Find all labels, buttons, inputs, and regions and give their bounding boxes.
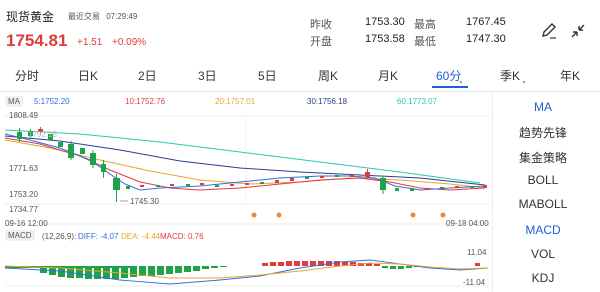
- tab-monthly-k[interactable]: 月K: [378, 67, 398, 84]
- latest-trade-label: 最近交易: [68, 12, 100, 21]
- indicator-side-panel: MA 趋势先锋 集金策略 BOLL MABOLL MACD VOL KDJ: [492, 92, 600, 292]
- ma30-value: 30:1756.18: [307, 97, 348, 106]
- ma20-value: 20:1757.01: [215, 97, 256, 106]
- price-change-percent: +0.09%: [112, 37, 147, 48]
- time-axis-start: 09-16 12:00: [5, 219, 48, 228]
- price-axis-bottom: 1734.77: [9, 205, 38, 214]
- macd-axis-bottom: -11.04: [463, 278, 486, 287]
- price-axis-mid: 1771.63: [9, 164, 38, 173]
- prev-close-label: 昨收: [310, 19, 332, 31]
- high-value: 1767.45: [466, 16, 506, 28]
- side-item-boll[interactable]: BOLL: [493, 173, 593, 187]
- prev-close-value: 1753.30: [365, 16, 405, 28]
- tab-weekly-k[interactable]: 周K: [318, 67, 338, 84]
- latest-trade-time: 07:29:49: [106, 12, 138, 21]
- open-value: 1753.58: [365, 33, 405, 45]
- ma60-value: 60:1773.07: [397, 97, 438, 106]
- side-item-kdj[interactable]: KDJ: [493, 271, 593, 285]
- side-item-maboll[interactable]: MABOLL: [493, 197, 593, 211]
- price-axis-lower: 1753.20: [9, 190, 38, 199]
- macd-axis-top: 11.04: [467, 248, 487, 257]
- instrument-title: 现货黄金: [6, 10, 55, 24]
- ma10-value: 10:1752.76: [125, 97, 166, 106]
- macd-dea-value: DEA: -4.44: [121, 232, 161, 241]
- active-tab-underline: [432, 86, 468, 88]
- tab-2-day[interactable]: 2日: [138, 67, 157, 84]
- latest-trade-info: 最近交易 07:29:49: [68, 11, 137, 22]
- low-value: 1747.30: [466, 33, 506, 45]
- price-axis-upper: 1792.15: [28, 130, 57, 139]
- event-marker[interactable]: [410, 212, 416, 218]
- macd-histogram-value: MACD: 0.76: [160, 232, 204, 241]
- dropdown-corner-icon: [459, 81, 462, 84]
- low-annotation-value: 1745.30: [130, 197, 159, 206]
- side-item-vol[interactable]: VOL: [493, 247, 593, 261]
- tab-5-day[interactable]: 5日: [258, 67, 277, 84]
- ma10-line: [4, 137, 486, 191]
- high-label: 最高: [414, 19, 436, 31]
- time-axis-end: 09-18 04:00: [446, 219, 489, 228]
- draw-pen-icon[interactable]: [538, 20, 560, 42]
- tab-intraday[interactable]: 分时: [15, 67, 39, 84]
- low-label: 最低: [414, 36, 436, 48]
- candlesticks: [17, 127, 487, 202]
- macd-chip[interactable]: MACD: [5, 230, 35, 241]
- ma20-line: [4, 139, 486, 189]
- macd-params: (12,26,9):: [42, 232, 77, 241]
- ma30-line: [4, 135, 486, 186]
- side-item-trend-pioneer[interactable]: 趋势先锋: [493, 124, 593, 141]
- tab-60-min[interactable]: 60分: [436, 67, 461, 84]
- ma60-line: [4, 129, 481, 184]
- side-item-ma[interactable]: MA: [493, 100, 593, 114]
- ma5-line: [4, 133, 486, 191]
- open-label: 开盘: [310, 36, 332, 48]
- side-item-gold-strategy[interactable]: 集金策略: [493, 149, 593, 166]
- macd-diff-value: DIFF: -4.07: [78, 232, 119, 241]
- dropdown-corner-icon: [522, 81, 525, 84]
- collapse-icon[interactable]: [567, 20, 589, 42]
- price-change: +1.51: [77, 37, 103, 48]
- tab-3-day[interactable]: 3日: [198, 67, 217, 84]
- event-marker[interactable]: [440, 212, 446, 218]
- period-tabs: 分时 日K 2日 3日 5日 周K 月K 60分 季K 年K: [0, 67, 600, 89]
- ma5-value: 5:1752.20: [34, 97, 70, 106]
- event-marker[interactable]: [276, 212, 282, 218]
- side-item-macd[interactable]: MACD: [493, 223, 593, 237]
- price-chart[interactable]: [0, 108, 492, 292]
- tab-daily-k[interactable]: 日K: [78, 67, 98, 84]
- price-axis-top: 1808.49: [9, 111, 38, 120]
- event-marker[interactable]: [251, 212, 257, 218]
- ma-chip[interactable]: MA: [5, 96, 23, 107]
- current-price: 1754.81: [6, 31, 68, 50]
- tab-yearly-k[interactable]: 年K: [560, 67, 580, 84]
- tab-quarterly-k[interactable]: 季K: [500, 67, 520, 84]
